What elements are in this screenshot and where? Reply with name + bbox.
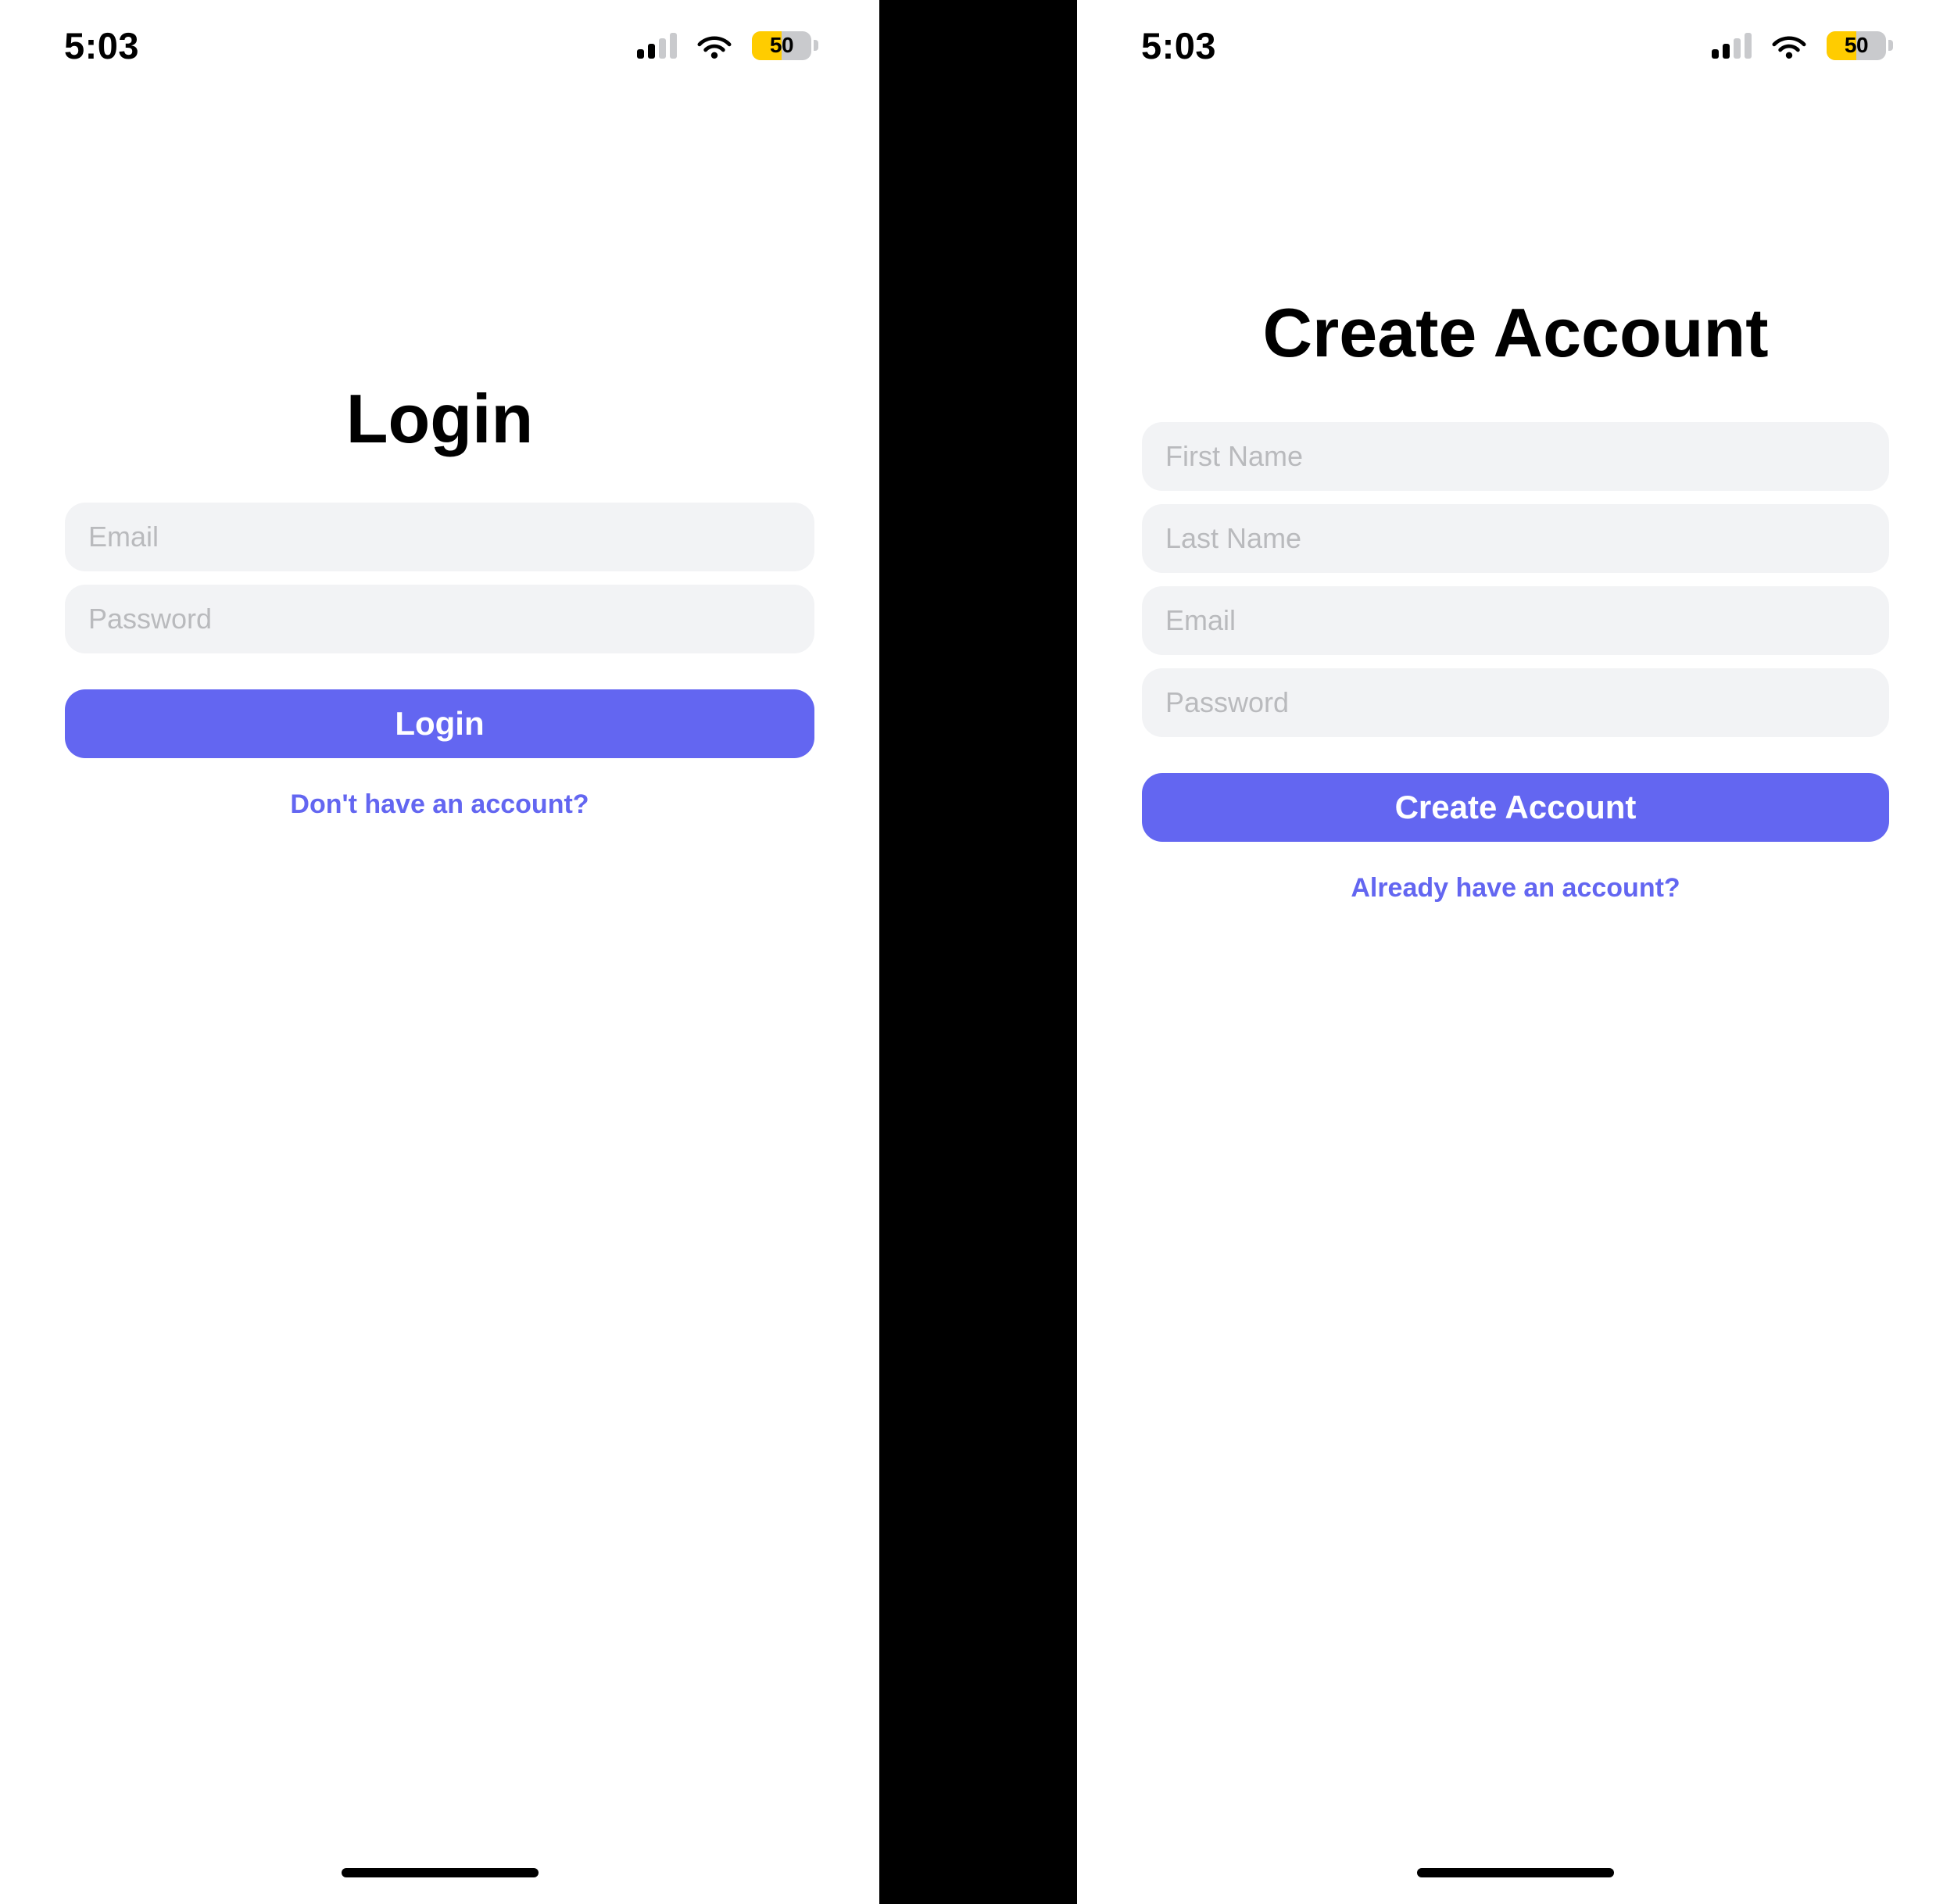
status-time: 5:03	[64, 24, 140, 66]
email-field[interactable]	[65, 503, 814, 571]
page-title: Login	[345, 380, 534, 457]
page-title: Create Account	[1262, 294, 1769, 371]
phone-screen-login: 5:03 50 Login Email Login Don't have an …	[0, 0, 879, 1904]
battery-cap	[814, 40, 818, 51]
cellular-signal-icon	[637, 32, 677, 59]
signup-link[interactable]: Don't have an account?	[65, 789, 814, 820]
battery-level: 50	[769, 33, 794, 57]
dual-screen-comparison: 5:03 50 Login Email Login Don't have an …	[0, 0, 1954, 1904]
home-indicator[interactable]	[1417, 1868, 1614, 1877]
status-icons: 50	[637, 27, 818, 60]
status-bar: 5:03 50	[1077, 0, 1954, 86]
last-name-field[interactable]	[1142, 504, 1889, 573]
password-field[interactable]	[1142, 668, 1889, 737]
battery-level: 50	[1844, 33, 1869, 57]
create-account-button[interactable]: Create Account	[1142, 773, 1889, 842]
login-link[interactable]: Already have an account?	[1142, 873, 1889, 904]
battery-cap	[1888, 40, 1893, 51]
login-content: Login Login Don't have an account?	[0, 86, 879, 1904]
phone-screen-create-account: 5:03 50 Create Account First Name Last N…	[1077, 0, 1954, 1904]
password-field[interactable]	[65, 585, 814, 653]
login-form: Login Don't have an account?	[0, 503, 879, 820]
create-account-form: Create Account Already have an account?	[1077, 422, 1954, 904]
status-bar: 5:03 50	[0, 0, 879, 86]
cellular-signal-icon	[1712, 32, 1752, 59]
wifi-icon	[1772, 36, 1806, 59]
login-button[interactable]: Login	[65, 689, 814, 758]
status-icons: 50	[1712, 27, 1893, 60]
email-field[interactable]	[1142, 586, 1889, 655]
screen-divider	[879, 0, 1077, 1904]
home-indicator[interactable]	[341, 1868, 539, 1877]
battery-icon: 50	[752, 30, 818, 60]
battery-icon: 50	[1827, 30, 1893, 60]
status-time: 5:03	[1141, 24, 1217, 66]
first-name-field[interactable]	[1142, 422, 1889, 491]
create-account-content: Create Account Create Account Already ha…	[1077, 86, 1954, 1904]
wifi-icon	[697, 36, 732, 59]
